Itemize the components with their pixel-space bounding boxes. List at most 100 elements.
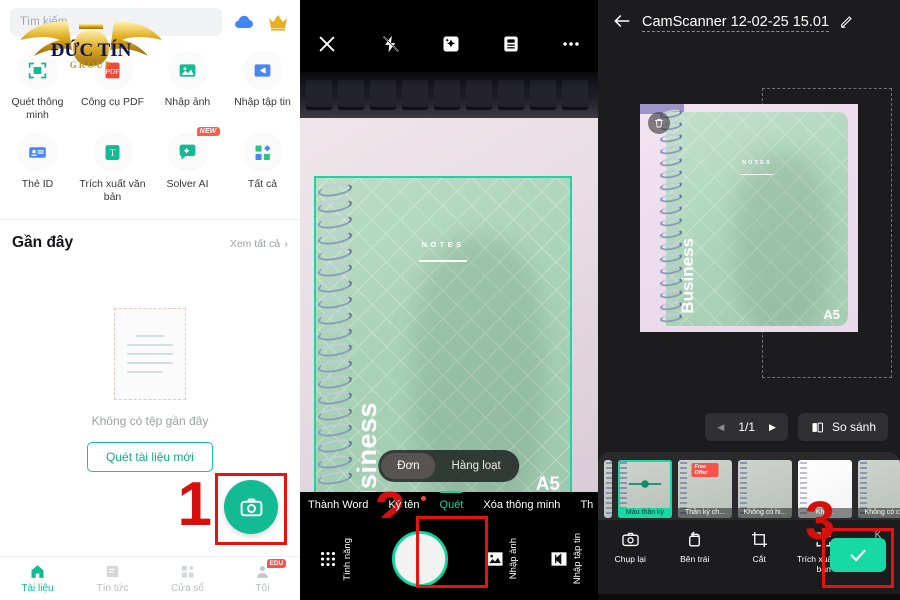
apps-icon [181,565,194,578]
import-image-label: Nhập ảnh [508,538,519,580]
filter-thumb-khong-co-c[interactable]: Không có c... [858,460,900,518]
tool-tat-ca[interactable]: Tất cả [225,128,300,210]
close-icon[interactable] [314,31,340,57]
grid-dots-icon [320,551,336,567]
prev-page-icon[interactable]: ◀ [717,422,724,433]
tool-the-id[interactable]: Thẻ ID [0,128,75,210]
bottom-nav-item-apps[interactable]: Cửa sổ [150,557,225,600]
notebook-underline [419,260,467,262]
empty-state-text: Không có tệp gần đây [91,413,209,428]
filter-thumb-partial[interactable] [604,460,612,518]
compare-icon [812,422,823,432]
crop-icon [751,531,767,548]
tool-label: Thẻ ID [21,178,54,191]
import-file-icon [242,50,283,90]
filter-thumb-mau-than-ky[interactable]: Màu thần kỳ [618,460,672,518]
search-input[interactable]: Tìm kiếm [10,8,222,36]
doc-line [136,334,164,337]
chevron-right-icon: › [284,237,289,250]
auto-enhance-icon[interactable] [438,31,464,57]
tool-solver-ai[interactable]: NEW Solver AI [150,127,225,210]
bottom-nav-item-news[interactable]: Tín tức [75,557,150,600]
filter-label: Không có c... [858,508,900,518]
solver-ai-icon: NEW [167,127,220,173]
tool-label: Tất cả [247,178,278,191]
pager-row: ◀ 1/1 ▶ So sánh [598,412,900,442]
compare-button[interactable]: So sánh [797,413,888,441]
next-page-icon[interactable]: ▶ [769,422,776,433]
cloud-icon[interactable] [232,10,256,34]
see-all-link[interactable]: Xem tất cả › [230,234,288,252]
scan-new-document-button[interactable]: Quét tài liệu mới [87,441,213,472]
camscanner-home-panel: Tìm kiếm Quét thông minh PDF Công cụ PDF… [0,0,300,600]
filter-thumb-than-ky-ch[interactable]: Free Offer Thần kỳ ch... [678,460,732,518]
camera-tab-label: Ký tên [388,499,420,511]
action-chup-lai[interactable]: Chụp lại [598,530,663,564]
mode-option-batch[interactable]: Hàng loạt [436,453,517,479]
tool-label: Solver AI [166,178,209,191]
tool-grid-row-2: Thẻ ID T Trích xuất văn bản NEW Solver A… [0,127,300,210]
tool-label: Nhập tập tin [234,96,291,108]
notebook-notes-text: NOTES [742,160,772,166]
import-file-button[interactable]: Nhập tập tin [534,533,598,585]
trash-icon[interactable] [648,112,670,134]
tool-quet-thong-minh[interactable]: Quét thông minh [0,46,75,128]
adjust-icon [628,480,662,489]
camera-viewfinder[interactable]: NOTES Business A5 Đơn Hàng loạt [300,72,598,492]
import-file-icon [551,552,567,566]
features-button[interactable]: Tính năng [300,538,370,580]
preview-action-bar: Chụp lại Bên trái Cắt T Trích xuất văn b… [598,520,900,600]
rotate-left-icon [689,531,701,547]
tool-label: Quét thông minh [11,96,64,122]
preview-header: CamScanner 12-02-25 15.01 [598,0,900,46]
preview-notebook: NOTES Business A5 [666,112,848,326]
camera-top-toolbar [300,0,598,88]
tool-nhap-anh[interactable]: Nhập ảnh [150,46,225,128]
page-pager[interactable]: ◀ 1/1 ▶ [705,413,788,441]
filter-label: Thần kỳ ch... [678,508,732,518]
empty-document-icon [114,307,186,400]
camera-tab-ky-ten[interactable]: Ký tên [386,496,426,511]
capture-mode-toggle[interactable]: Đơn Hàng loạt [378,450,520,482]
new-badge: NEW [196,127,220,137]
camera-tab-thanh-word[interactable]: Thành Word [306,499,370,511]
camera-tab-xoa-thong-minh[interactable]: Xóa thông minh [481,499,562,511]
annotation-number-1: 1 [177,470,212,539]
tool-grid: Quét thông minh PDF Công cụ PDF Nhập ảnh… [0,42,300,217]
crown-icon[interactable] [266,10,290,34]
doc-line [127,352,173,355]
import-image-icon [487,552,503,566]
bottom-navigation: Tài liệu Tín tức Cửa sổ EDU Tôi [0,556,300,600]
camera-capture-panel: NOTES Business A5 Đơn Hàng loạt Thành Wo… [300,0,598,600]
tool-nhap-tap-tin[interactable]: Nhập tập tin [225,46,300,128]
svg-text:T: T [110,148,116,159]
document-title[interactable]: CamScanner 12-02-25 15.01 [642,14,830,32]
mode-option-single[interactable]: Đơn [381,453,436,479]
filter-filmstrip[interactable]: Màu thần kỳ Free Offer Thần kỳ ch... Khô… [598,452,900,520]
flash-off-icon[interactable] [378,31,404,57]
bottom-nav-label: Cửa sổ [171,583,204,594]
camera-tab-quet[interactable]: Quét [438,499,466,511]
spiral-binding [316,178,356,492]
action-cat[interactable]: Cắt [727,530,792,564]
camera-tab-overflow[interactable]: Th [578,499,595,511]
page-indicator: 1/1 [738,420,756,434]
back-arrow-icon[interactable] [612,11,632,36]
tool-label: Nhập ảnh [164,96,211,108]
tool-cong-cu-pdf[interactable]: PDF Công cụ PDF [75,46,150,128]
bottom-nav-item-profile[interactable]: EDU Tôi [225,557,300,600]
action-ben-trai[interactable]: Bên trái [663,530,728,564]
id-mode-icon[interactable] [498,31,524,57]
see-all-label: Xem tất cả [229,237,281,250]
annotation-box-2 [416,516,488,588]
preview-document[interactable]: NOTES Business A5 [640,104,858,332]
home-header: Tìm kiếm [0,0,300,42]
pencil-icon[interactable] [839,13,855,34]
more-icon[interactable] [558,31,584,57]
annotation-number-3: 3 [805,491,836,551]
filter-label: Màu thần kỳ [618,508,672,518]
filter-thumb-khong-co-hi[interactable]: Không có hi... [738,460,792,518]
notebook-size-text: A5 [535,474,560,492]
tool-trich-xuat-van-ban[interactable]: T Trích xuất văn bản [75,128,150,210]
bottom-nav-item-documents[interactable]: Tài liệu [0,557,75,600]
